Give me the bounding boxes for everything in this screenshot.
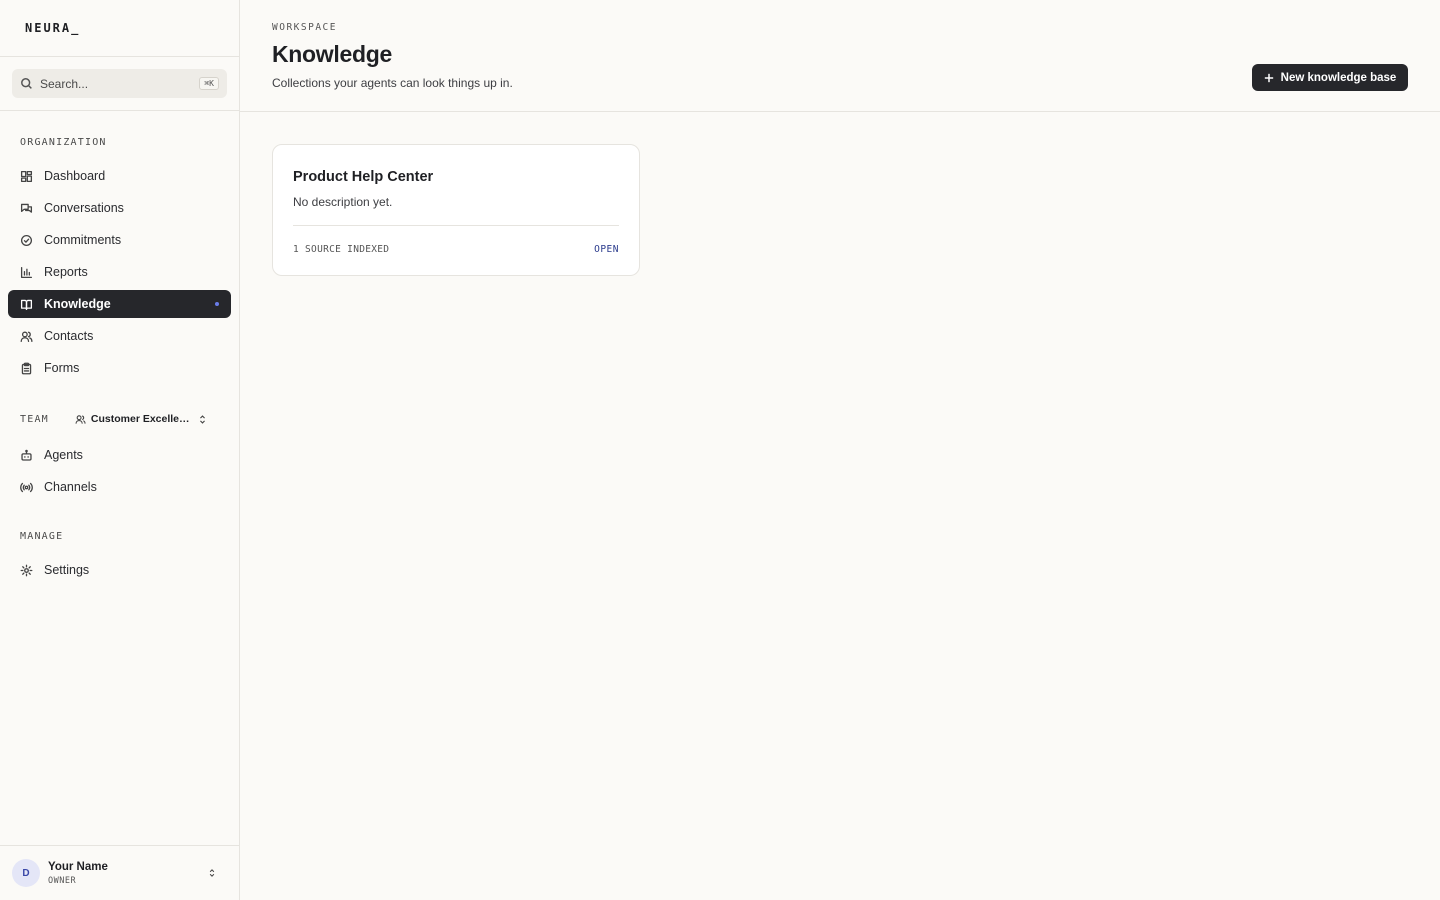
sidebar-item-conversations[interactable]: Conversations	[8, 194, 231, 222]
clipboard-icon	[21, 362, 32, 374]
users-icon	[20, 331, 33, 342]
search-shortcut-badge: ⌘K	[199, 77, 219, 90]
book-icon	[20, 299, 33, 310]
new-knowledge-base-button[interactable]: New knowledge base	[1252, 64, 1408, 91]
sidebar-item-label: Knowledge	[44, 297, 111, 311]
section-label-manage: MANAGE	[20, 531, 64, 542]
section-label-team: TEAM	[20, 413, 49, 425]
user-menu[interactable]: D Your Name OWNER	[0, 845, 239, 900]
plus-icon	[1264, 73, 1273, 82]
user-name: Your Name	[48, 860, 108, 873]
sidebar-item-label: Agents	[44, 448, 83, 462]
broadcast-icon	[20, 482, 33, 492]
sidebar-item-label: Dashboard	[44, 169, 106, 183]
brand-header: NEURA_	[0, 0, 239, 57]
brand-logo[interactable]: NEURA_	[25, 21, 80, 35]
chevron-up-down-icon	[199, 414, 205, 424]
sidebar-item-label: Settings	[44, 563, 90, 577]
card-divider	[293, 225, 619, 226]
sidebar-item-settings[interactable]: Settings	[8, 556, 231, 584]
chat-icon	[20, 203, 33, 213]
search-input[interactable]	[40, 76, 200, 91]
sidebar-item-label: Channels	[44, 480, 97, 494]
user-meta: Your Name OWNER	[48, 861, 108, 886]
team-name: Customer Excellenc...	[90, 413, 191, 425]
sidebar-item-forms[interactable]: Forms	[8, 354, 231, 382]
section-label-organization: ORGANIZATION	[20, 137, 107, 148]
page-header: WORKSPACE Knowledge Collections your age…	[240, 0, 1440, 112]
page-eyebrow: WORKSPACE	[272, 22, 337, 33]
bar-chart-icon	[20, 266, 33, 278]
sidebar-item-channels[interactable]: Channels	[8, 473, 231, 501]
user-role: OWNER	[48, 875, 77, 886]
team-selector[interactable]: Customer Excellenc...	[75, 413, 208, 425]
check-circle-icon	[20, 234, 33, 246]
knowledge-base-card[interactable]: Product Help Center No description yet. …	[272, 144, 640, 276]
sidebar-item-contacts[interactable]: Contacts	[8, 322, 231, 350]
search-icon	[21, 78, 32, 89]
card-source-count: 1 SOURCE INDEXED	[293, 244, 390, 255]
sidebar-item-knowledge[interactable]: Knowledge	[8, 290, 231, 318]
search-box[interactable]: ⌘K	[12, 69, 227, 98]
search-wrapper: ⌘K	[0, 57, 239, 111]
sidebar-item-label: Reports	[44, 265, 88, 279]
sidebar-item-label: Contacts	[44, 329, 94, 343]
sidebar-item-dashboard[interactable]: Dashboard	[8, 162, 231, 190]
main-content: WORKSPACE Knowledge Collections your age…	[240, 0, 1440, 900]
page-title: Knowledge	[272, 41, 392, 67]
card-description: No description yet.	[293, 195, 393, 209]
gear-icon	[20, 564, 33, 576]
sidebar-item-reports[interactable]: Reports	[8, 258, 231, 286]
chevron-up-down-icon	[209, 869, 215, 877]
card-title: Product Help Center	[293, 169, 434, 185]
team-users-icon	[75, 414, 86, 424]
new-knowledge-base-label: New knowledge base	[1280, 71, 1397, 84]
sidebar-item-agents[interactable]: Agents	[8, 441, 231, 469]
bot-icon	[21, 449, 32, 461]
sidebar-item-label: Commitments	[44, 233, 122, 247]
sidebar-item-label: Conversations	[44, 201, 124, 215]
active-indicator-dot	[215, 302, 219, 306]
avatar: D	[12, 859, 40, 887]
sidebar-item-label: Forms	[44, 361, 80, 375]
page-subtitle: Collections your agents can look things …	[272, 76, 513, 90]
card-open-link[interactable]: OPEN	[594, 244, 619, 255]
sidebar: NEURA_ ⌘K ORGANIZATION Dashboard Convers…	[0, 0, 240, 900]
team-row: TEAM Customer Excellenc...	[0, 409, 240, 429]
sidebar-item-commitments[interactable]: Commitments	[8, 226, 231, 254]
dashboard-icon	[20, 170, 33, 182]
